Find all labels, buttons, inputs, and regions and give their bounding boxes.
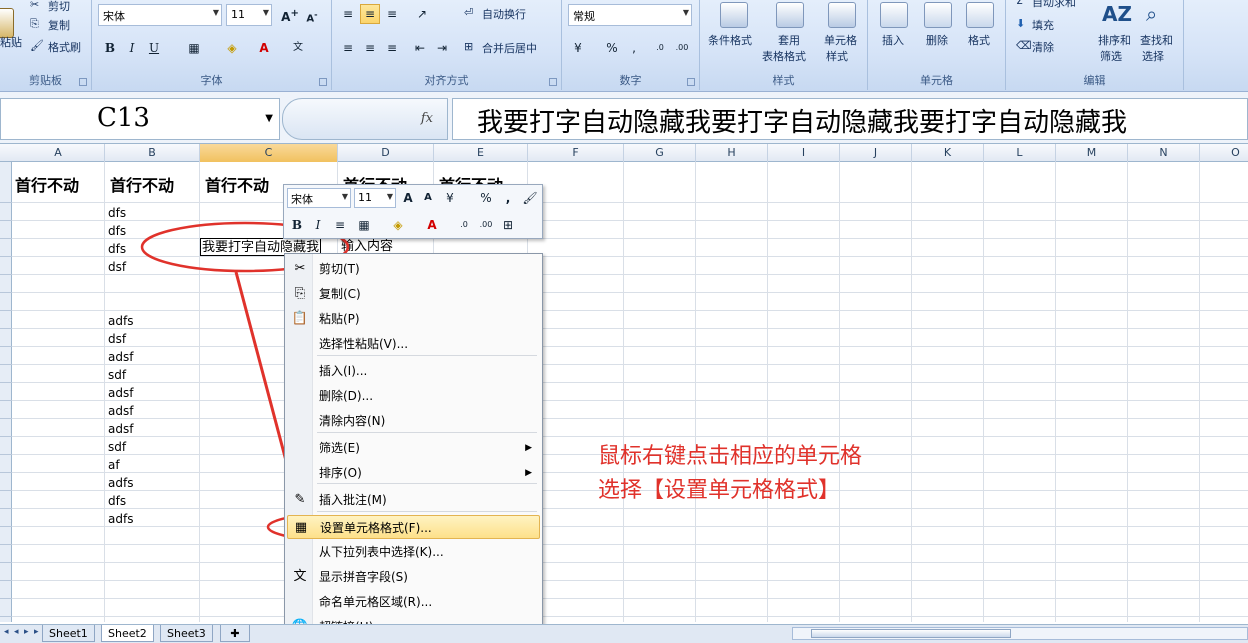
- menu-item[interactable]: 📋 粘贴(P): [287, 307, 540, 331]
- tab-nav-last-icon[interactable]: ▸: [34, 627, 39, 637]
- menu-item[interactable]: 命名单元格区域(R)...: [287, 590, 540, 614]
- mini-font-color-icon[interactable]: A: [422, 215, 442, 235]
- paste-icon: 📋: [291, 311, 309, 326]
- menu-item-label: 显示拼音字段(S): [319, 570, 408, 584]
- menu-separator: [317, 511, 537, 512]
- menu-item-label: 粘贴(P): [319, 312, 360, 326]
- menu-item-label: 排序(O): [319, 466, 362, 480]
- menu-item-label: 删除(D)...: [319, 389, 374, 403]
- menu-item-label: 筛选(E): [319, 441, 360, 455]
- mini-merge-icon[interactable]: ⊞: [498, 215, 518, 235]
- menu-separator: [317, 355, 537, 356]
- submenu-arrow-icon: ▶: [525, 468, 532, 478]
- sheet-tab-sheet2[interactable]: Sheet2: [101, 625, 154, 642]
- menu-separator: [317, 432, 537, 433]
- scrollbar-thumb[interactable]: [811, 629, 1011, 638]
- sheet-tab-sheet1[interactable]: Sheet1: [42, 625, 95, 642]
- format-cells-icon: ▦: [294, 520, 308, 535]
- mini-format-painter-icon[interactable]: 🖌: [520, 188, 540, 208]
- mini-bold-button[interactable]: B: [287, 215, 307, 235]
- sheet-tab-sheet3[interactable]: Sheet3: [160, 625, 213, 642]
- mini-currency-icon[interactable]: ¥: [440, 188, 460, 208]
- note-line-1: 鼠标右键点击相应的单元格: [598, 444, 863, 469]
- menu-item[interactable]: 选择性粘贴(V)...: [287, 332, 540, 356]
- menu-item[interactable]: 排序(O) ▶: [287, 461, 540, 485]
- menu-item[interactable]: 清除内容(N): [287, 409, 540, 433]
- menu-item[interactable]: 从下拉列表中选择(K)...: [287, 540, 540, 564]
- menu-item-label: 清除内容(N): [319, 414, 386, 428]
- mini-font-combo[interactable]: 宋体 ▼: [287, 188, 351, 208]
- insert-sheet-icon[interactable]: ✚: [220, 625, 250, 642]
- menu-item[interactable]: ✂ 剪切(T): [287, 257, 540, 281]
- mini-border-icon[interactable]: ▦: [354, 215, 374, 235]
- note-line-2: 选择【设置单元格格式】: [598, 478, 841, 503]
- scissors-icon: ✂: [294, 261, 306, 276]
- menu-item[interactable]: 插入(I)...: [287, 359, 540, 383]
- mini-fill-color-icon[interactable]: ◈: [388, 215, 408, 235]
- tab-nav-next-icon[interactable]: ▸: [24, 627, 29, 637]
- mini-percent-button[interactable]: %: [476, 188, 496, 208]
- menu-item[interactable]: ▦ 设置单元格格式(F)...: [287, 515, 540, 539]
- instruction-note: 鼠标右键点击相应的单元格 选择【设置单元格格式】: [598, 440, 862, 508]
- mini-decrease-decimal-icon[interactable]: .00: [476, 215, 496, 235]
- annotation-overlay: [140, 221, 478, 545]
- tab-nav-first-icon[interactable]: ◂: [4, 627, 9, 637]
- menu-item-label: 插入批注(M): [319, 493, 387, 507]
- mini-grow-font-button[interactable]: A: [398, 188, 418, 208]
- submenu-arrow-icon: ▶: [525, 443, 532, 453]
- mini-size-value: 11: [358, 191, 372, 204]
- menu-item-label: 剪切(T): [319, 262, 360, 276]
- mini-shrink-font-button[interactable]: A: [418, 188, 438, 208]
- mini-center-icon[interactable]: ≡: [330, 215, 350, 235]
- mini-size-combo[interactable]: 11 ▼: [354, 188, 396, 208]
- mini-toolbar: 宋体 ▼ 11 ▼ A A ¥ % , 🖌 B I ≡ ▦ ◈ A .0 .00 ⊞: [283, 184, 543, 239]
- menu-item[interactable]: ✎ 插入批注(M): [287, 488, 540, 512]
- menu-item[interactable]: 删除(D)...: [287, 384, 540, 408]
- menu-separator: [317, 483, 537, 484]
- mini-italic-button[interactable]: I: [308, 215, 328, 235]
- context-menu: ✂ 剪切(T) ⎘ 复制(C) 📋 粘贴(P) 选择性粘贴(V)... 插入(I)... 删除(…: [284, 253, 543, 643]
- mini-font-value: 宋体: [291, 193, 313, 206]
- tab-nav-prev-icon[interactable]: ◂: [14, 627, 19, 637]
- phonetic-icon: 文: [293, 569, 307, 584]
- mini-comma-button[interactable]: ,: [498, 188, 518, 208]
- chevron-down-icon: ▼: [341, 192, 348, 201]
- menu-item-label: 复制(C): [319, 287, 361, 301]
- horizontal-scrollbar[interactable]: [792, 627, 1248, 640]
- comment-icon: ✎: [294, 492, 306, 507]
- menu-item-label: 命名单元格区域(R)...: [319, 595, 433, 609]
- menu-item-label: 从下拉列表中选择(K)...: [319, 545, 444, 559]
- mini-increase-decimal-icon[interactable]: .0: [454, 215, 474, 235]
- sheet-tab-bar: ◂ ◂ ▸ ▸ Sheet1 Sheet2 Sheet3 ✚: [0, 624, 1248, 643]
- copy-icon: ⎘: [294, 286, 306, 301]
- menu-item[interactable]: 文显示拼音字段(S): [287, 565, 540, 589]
- menu-item-label: 选择性粘贴(V)...: [319, 337, 409, 351]
- menu-item-label: 设置单元格格式(F)...: [320, 521, 432, 535]
- chevron-down-icon: ▼: [386, 192, 393, 201]
- menu-item[interactable]: 筛选(E) ▶: [287, 436, 540, 460]
- menu-item-label: 插入(I)...: [319, 364, 368, 378]
- menu-item[interactable]: ⎘ 复制(C): [287, 282, 540, 306]
